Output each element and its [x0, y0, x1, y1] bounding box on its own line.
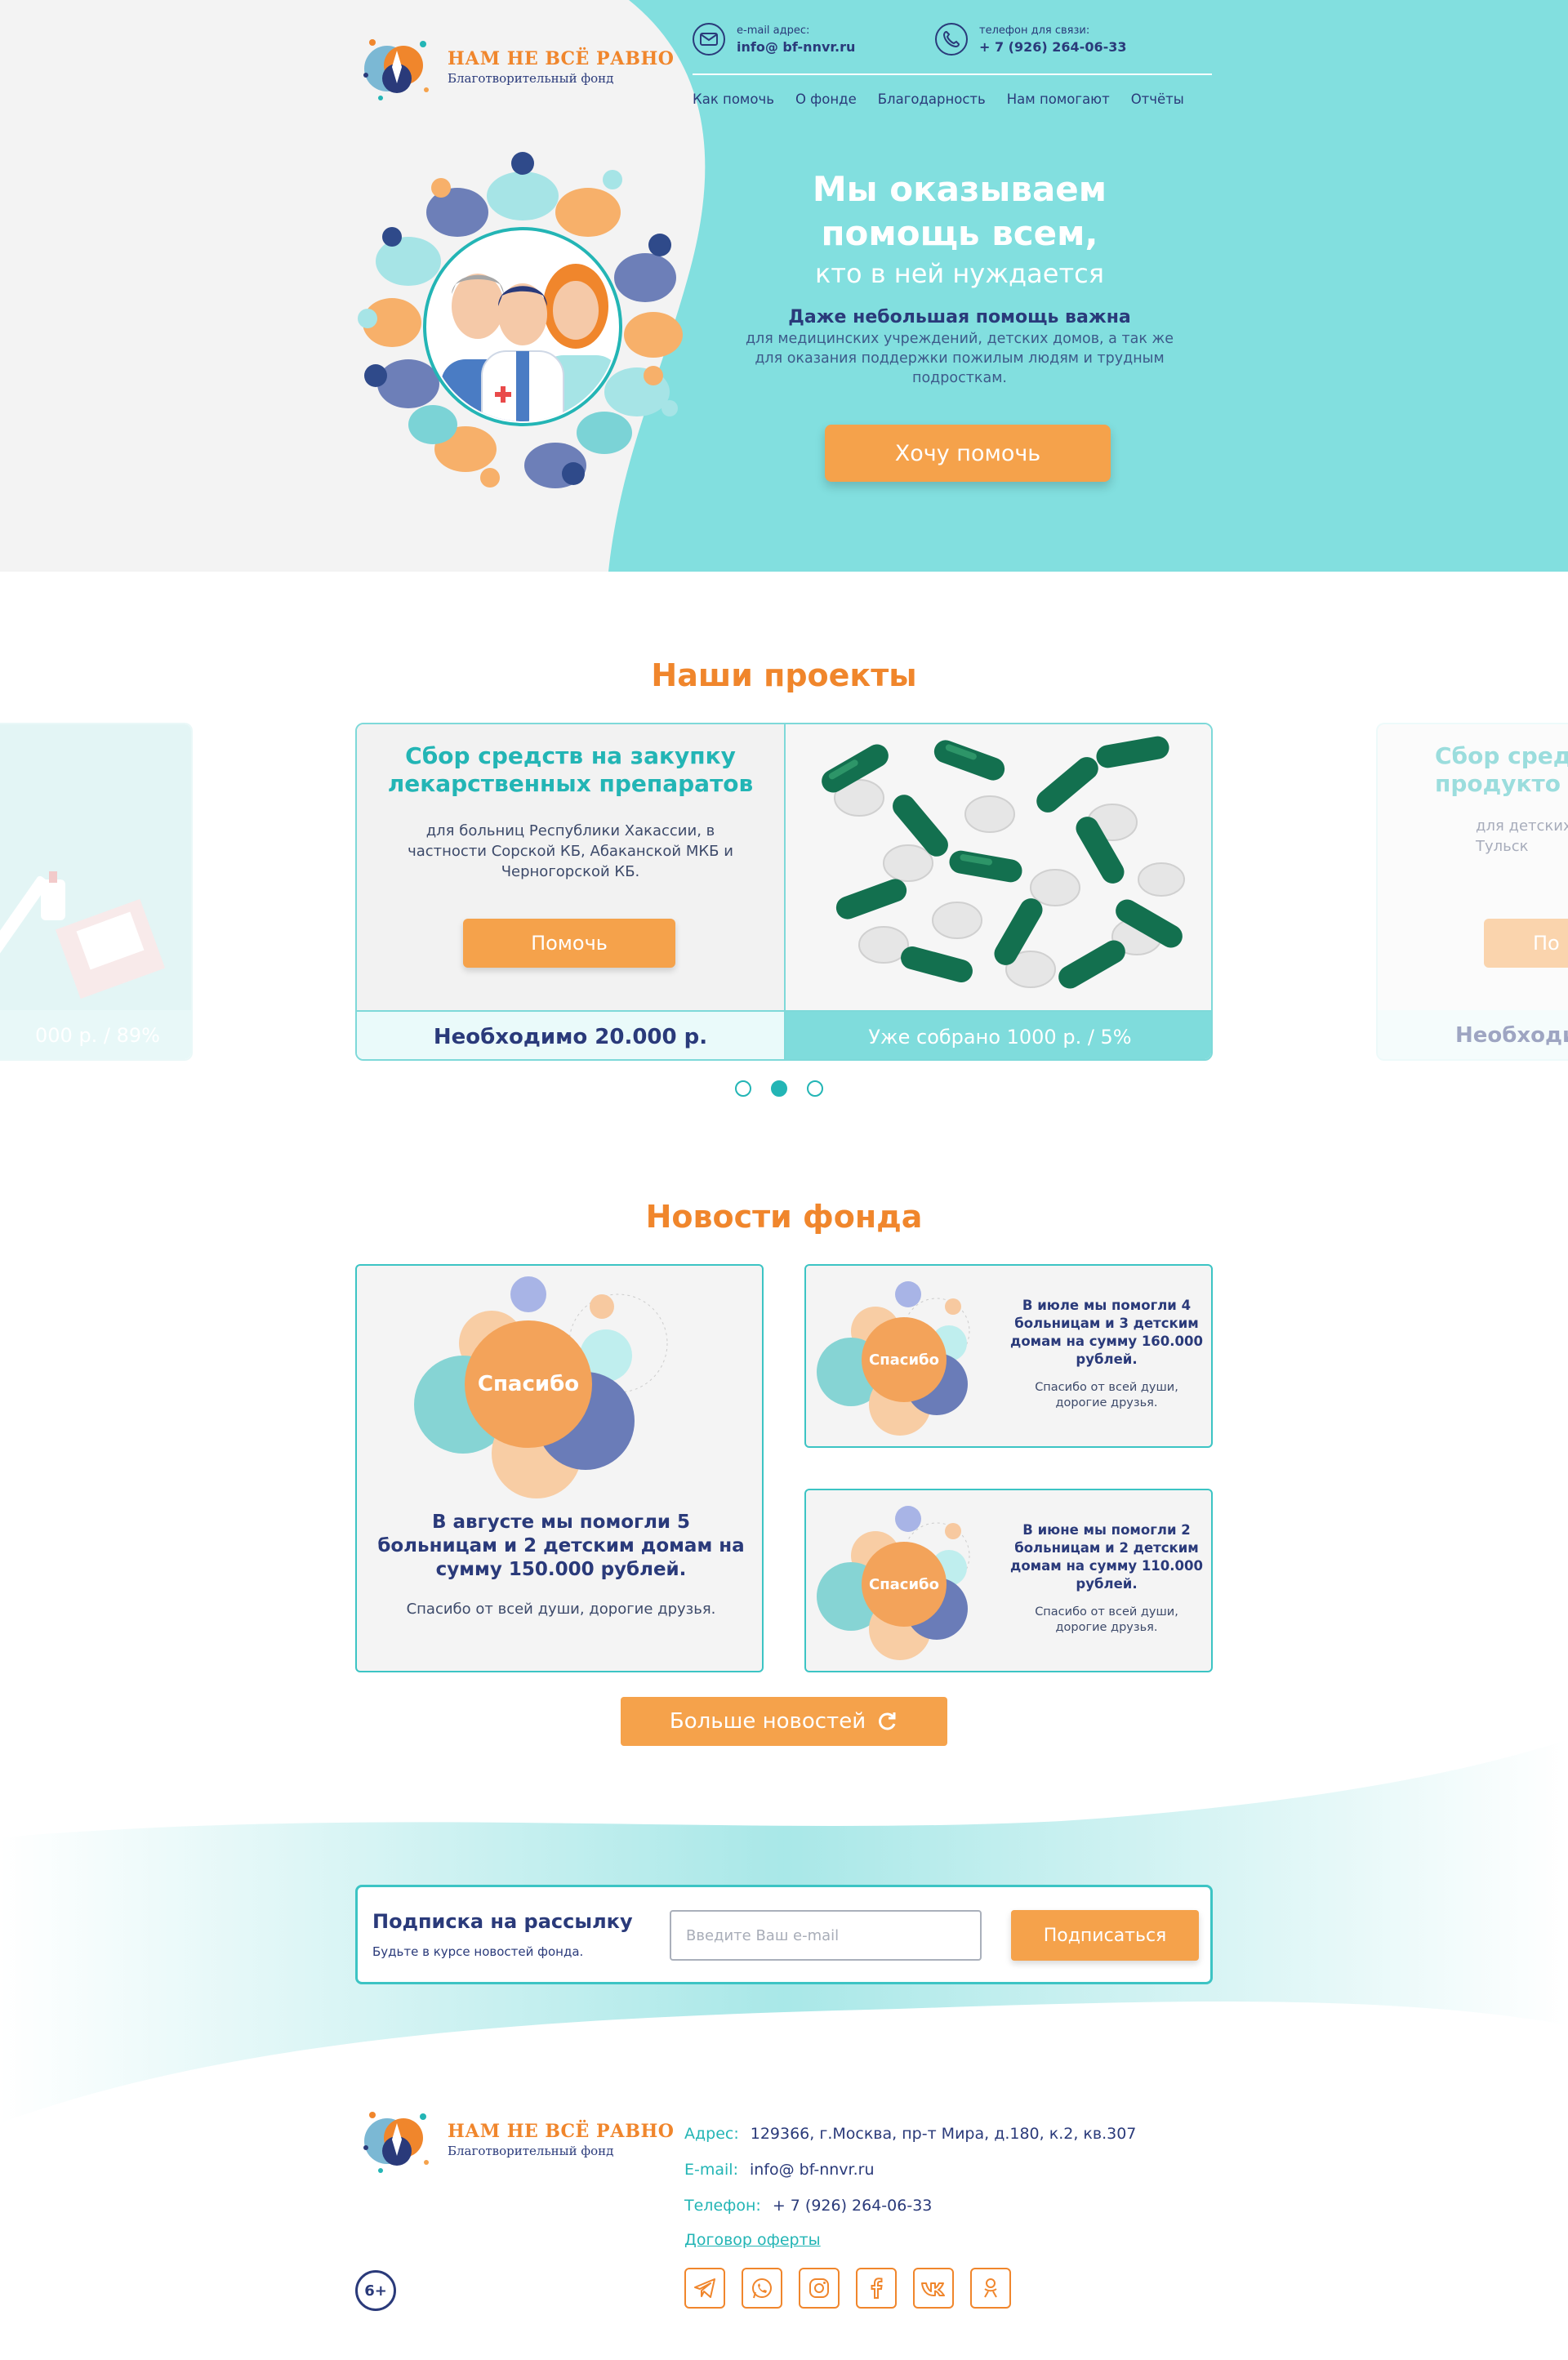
- logo-mark-icon: [356, 2099, 438, 2180]
- projects-title: Наши проекты: [651, 657, 917, 693]
- nav-item-gratitude[interactable]: Благодарность: [878, 91, 986, 107]
- project-need-amount: Необходимо 20.000 р.: [357, 1010, 786, 1059]
- hero-title: Мы оказываем помощь всем, кто в ней нужд…: [735, 167, 1184, 292]
- age-rating-badge: 6+: [355, 2270, 396, 2311]
- footer-phone-value[interactable]: + 7 (926) 264-06-33: [773, 2197, 933, 2215]
- vk-icon[interactable]: [913, 2268, 954, 2309]
- phone-value[interactable]: + 7 (926) 264-06-33: [979, 39, 1126, 55]
- subscribe-title: Подписка на рассылку: [372, 1910, 633, 1933]
- nav-item-how-to-help[interactable]: Как помочь: [693, 91, 774, 107]
- brand-subtitle: Благотворительный фонд: [448, 71, 614, 86]
- project-prev-footer: 000 р. / 89%: [0, 1010, 191, 1059]
- hero-subtitle-block: Даже небольшая помощь важна для медицинс…: [735, 307, 1184, 388]
- project-card-prev[interactable]: 000 р. / 89%: [0, 723, 193, 1061]
- project-next-title: Сбор средс продукто: [1435, 742, 1568, 797]
- footer-address-value: 129366, г.Москва, пр-т Мира, д.180, к.2,…: [750, 2125, 1137, 2143]
- news-card-august[interactable]: Спасибо В августе мы помогли 5 больницам…: [355, 1264, 764, 1672]
- thanks-bubble-label: Спасибо: [478, 1372, 579, 1396]
- footer-phone-label: Телефон:: [684, 2197, 761, 2215]
- footer-email: E-mail: info@ bf-nnvr.ru: [684, 2161, 875, 2179]
- header-logo[interactable]: НАМ НЕ ВСЁ РАВНО Благотворительный фонд: [356, 26, 674, 108]
- news-text-june: Спасибо от всей души, дорогие друзья.: [1035, 1605, 1178, 1634]
- news-text-july: Спасибо от всей души, дорогие друзья.: [1035, 1381, 1178, 1409]
- project-title: Сбор средств на закупку лекарственных пр…: [387, 742, 754, 797]
- news-title-august: В августе мы помогли 5 больницам и 2 дет…: [377, 1512, 745, 1580]
- offer-agreement-link[interactable]: Договор оферты: [684, 2231, 821, 2249]
- refresh-icon: [879, 1712, 896, 1730]
- want-to-help-button[interactable]: Хочу помочь: [825, 425, 1111, 482]
- nav-item-about[interactable]: О фонде: [795, 91, 857, 107]
- subscribe-button[interactable]: Подписаться: [1011, 1910, 1199, 1961]
- thanks-bubbles-image-small: Спасибо: [817, 1506, 970, 1660]
- news-text-august: Спасибо от всей души, дорогие друзья.: [406, 1601, 716, 1618]
- thanks-bubble-label-small: Спасибо: [869, 1351, 939, 1369]
- hero-description: для медицинских учреждений, детских домо…: [745, 331, 1174, 386]
- news-title-july: В июле мы помогли 4 больницам и 3 детски…: [1010, 1298, 1203, 1367]
- hero-illustration: [358, 152, 683, 488]
- syringe-image: [0, 724, 191, 1010]
- hero-section: НАМ НЕ ВСЁ РАВНО Благотворительный фонд …: [0, 0, 1568, 572]
- facebook-icon[interactable]: [856, 2268, 897, 2309]
- footer-email-label: E-mail:: [684, 2161, 738, 2179]
- news-card-june[interactable]: Спасибо В июне мы помогли 2 больницам и …: [804, 1489, 1213, 1672]
- email-label: e-mail адрес:: [737, 24, 810, 37]
- hero-title-line2: помощь всем,: [821, 213, 1098, 253]
- project-collected-amount: Уже собрано 1000 р. / 5%: [786, 1010, 1211, 1059]
- project-info: Сбор средств на закупку лекарственных пр…: [357, 724, 786, 1010]
- subscribe-subtitle: Будьте в курсе новостей фонда.: [372, 1944, 584, 1959]
- hero-title-line1: Мы оказываем: [812, 169, 1107, 209]
- phone-icon: [935, 23, 968, 56]
- subscribe-box: Подписка на рассылку Будьте в курсе ново…: [355, 1885, 1213, 1984]
- news-title-june: В июне мы помогли 2 больницам и 2 детски…: [1010, 1522, 1203, 1592]
- footer-email-value[interactable]: info@ bf-nnvr.ru: [750, 2161, 875, 2179]
- footer-address-label: Адрес:: [684, 2125, 739, 2143]
- projects-carousel-dots: [735, 1080, 823, 1097]
- thanks-bubbles-image-small: Спасибо: [817, 1281, 970, 1436]
- phone-label: телефон для связи:: [979, 24, 1090, 37]
- footer-phone: Телефон: + 7 (926) 264-06-33: [684, 2197, 932, 2215]
- thanks-bubbles-image: Спасибо: [414, 1276, 668, 1498]
- news-title: Новости фонда: [645, 1199, 923, 1235]
- brand-name: НАМ НЕ ВСЁ РАВНО: [448, 48, 675, 69]
- hero-subtitle: Даже небольшая помощь важна: [788, 307, 1131, 327]
- hero-title-line3: кто в ней нуждается: [815, 258, 1104, 289]
- nav-item-partners[interactable]: Нам помогают: [1007, 91, 1110, 107]
- more-news-label: Больше новостей: [669, 1709, 866, 1734]
- footer-logo[interactable]: НАМ НЕ ВСЁ РАВНО Благотворительный фонд: [356, 2099, 674, 2180]
- instagram-icon[interactable]: [799, 2268, 840, 2309]
- telegram-icon[interactable]: [684, 2268, 725, 2309]
- carousel-dot-1[interactable]: [735, 1080, 751, 1097]
- whatsapp-icon[interactable]: [742, 2268, 782, 2309]
- project-next-footer: Необходи: [1378, 1010, 1568, 1059]
- nav-item-reports[interactable]: Отчёты: [1131, 91, 1184, 107]
- news-card-july[interactable]: Спасибо В июле мы помогли 4 больницам и …: [804, 1264, 1213, 1448]
- odnoklassniki-icon[interactable]: [970, 2268, 1011, 2309]
- carousel-dot-2[interactable]: [771, 1080, 787, 1097]
- mail-icon: [693, 23, 725, 56]
- main-nav: Как помочь О фонде Благодарность Нам пом…: [693, 91, 1184, 107]
- logo-mark-icon: [356, 26, 438, 108]
- project-card-next[interactable]: Сбор средс продукто для детских Тульск П…: [1376, 723, 1568, 1061]
- brand-subtitle: Благотворительный фонд: [448, 2144, 614, 2158]
- project-card-medicines: Сбор средств на закупку лекарственных пр…: [355, 723, 1213, 1061]
- social-links: [684, 2268, 1011, 2309]
- subscribe-email-input[interactable]: [670, 1910, 982, 1961]
- email-value[interactable]: info@ bf-nnvr.ru: [737, 39, 855, 55]
- project-next-desc: для детских Тульск: [1476, 817, 1568, 855]
- more-news-button[interactable]: Больше новостей: [621, 1697, 947, 1746]
- project-next-button[interactable]: По: [1484, 919, 1568, 968]
- pills-image: [786, 724, 1211, 1010]
- project-help-button[interactable]: Помочь: [463, 919, 675, 968]
- header-email[interactable]: e-mail адрес: info@ bf-nnvr.ru: [693, 23, 855, 56]
- brand-name: НАМ НЕ ВСЁ РАВНО: [448, 2121, 675, 2142]
- project-description: для больниц Республики Хакассии, в частн…: [408, 822, 733, 880]
- carousel-dot-3[interactable]: [807, 1080, 823, 1097]
- header-divider: [693, 73, 1212, 75]
- thanks-bubble-label-small: Спасибо: [869, 1576, 939, 1593]
- header-phone[interactable]: телефон для связи: + 7 (926) 264-06-33: [935, 23, 1126, 56]
- footer-address: Адрес: 129366, г.Москва, пр-т Мира, д.180…: [684, 2125, 1136, 2143]
